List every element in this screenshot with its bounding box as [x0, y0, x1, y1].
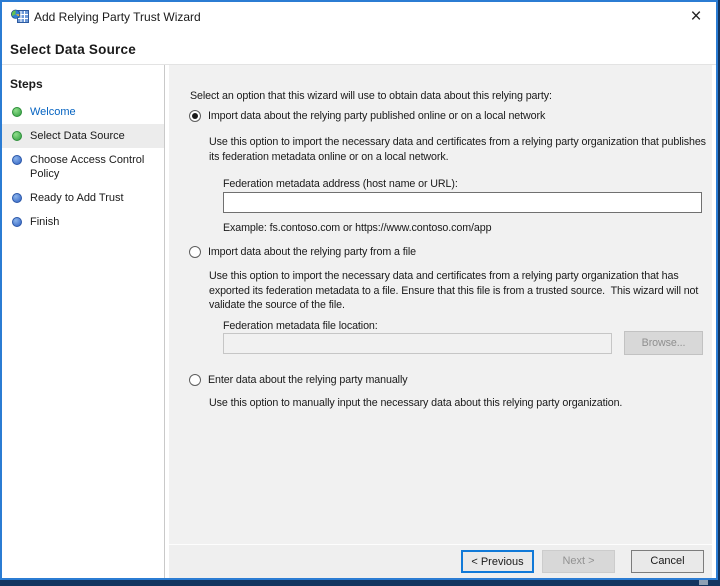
step-todo-bullet-icon	[12, 193, 22, 203]
step-choose-access-control-policy[interactable]: Choose Access Control Policy	[2, 148, 164, 186]
title-bar: Add Relying Party Trust Wizard ×	[2, 2, 716, 32]
page-title: Select Data Source	[10, 42, 136, 57]
metadata-address-label: Federation metadata address (host name o…	[223, 178, 458, 190]
step-label: Welcome	[30, 106, 76, 118]
option-description: Use this option to import the necessary …	[209, 136, 706, 163]
example-text: Example: fs.contoso.com or https://www.c…	[223, 222, 492, 234]
steps-sidebar: Steps Welcome Select Data Source Choose …	[2, 65, 165, 578]
wizard-window: Add Relying Party Trust Wizard × Select …	[0, 0, 718, 580]
step-todo-bullet-icon	[12, 155, 22, 165]
option-description: Use this option to import the necessary …	[209, 270, 699, 311]
radio-selected-icon[interactable]	[189, 110, 201, 123]
browse-button: Browse...	[624, 331, 703, 355]
option-import-file[interactable]: Import data about the relying party from…	[189, 245, 416, 260]
footer-bar: < Previous Next > Cancel	[169, 544, 712, 578]
metadata-address-input[interactable]	[223, 192, 702, 213]
next-button: Next >	[542, 550, 615, 573]
step-done-bullet-icon	[12, 131, 22, 141]
step-done-bullet-icon	[12, 107, 22, 117]
step-label: Select Data Source	[30, 130, 125, 142]
resize-grip[interactable]	[699, 580, 708, 585]
step-welcome[interactable]: Welcome	[2, 100, 164, 124]
window-title: Add Relying Party Trust Wizard	[34, 10, 201, 24]
metadata-file-label: Federation metadata file location:	[223, 320, 378, 332]
step-label: Choose Access Control Policy	[30, 154, 145, 180]
step-select-data-source[interactable]: Select Data Source	[2, 124, 164, 148]
steps-heading: Steps	[10, 77, 43, 91]
option-label: Import data about the relying party publ…	[208, 110, 546, 122]
step-label: Ready to Add Trust	[30, 192, 124, 204]
intro-text: Select an option that this wizard will u…	[190, 90, 552, 102]
radio-unselected-icon[interactable]	[189, 246, 201, 259]
radio-unselected-icon[interactable]	[189, 374, 201, 387]
cancel-button[interactable]: Cancel	[631, 550, 704, 573]
metadata-file-input	[223, 333, 612, 354]
step-finish[interactable]: Finish	[2, 210, 164, 234]
content-panel: Select an option that this wizard will u…	[169, 65, 712, 578]
close-icon[interactable]: ×	[682, 4, 710, 30]
step-todo-bullet-icon	[12, 217, 22, 227]
app-icon	[11, 9, 29, 23]
step-ready-to-add-trust[interactable]: Ready to Add Trust	[2, 186, 164, 210]
option-description: Use this option to manually input the ne…	[209, 397, 623, 409]
option-label: Import data about the relying party from…	[208, 246, 416, 258]
step-label: Finish	[30, 216, 60, 228]
option-enter-manually[interactable]: Enter data about the relying party manua…	[189, 373, 408, 388]
screen: Add Relying Party Trust Wizard × Select …	[0, 0, 720, 586]
option-label: Enter data about the relying party manua…	[208, 374, 408, 386]
option-import-online[interactable]: Import data about the relying party publ…	[189, 109, 545, 124]
previous-button[interactable]: < Previous	[461, 550, 534, 573]
